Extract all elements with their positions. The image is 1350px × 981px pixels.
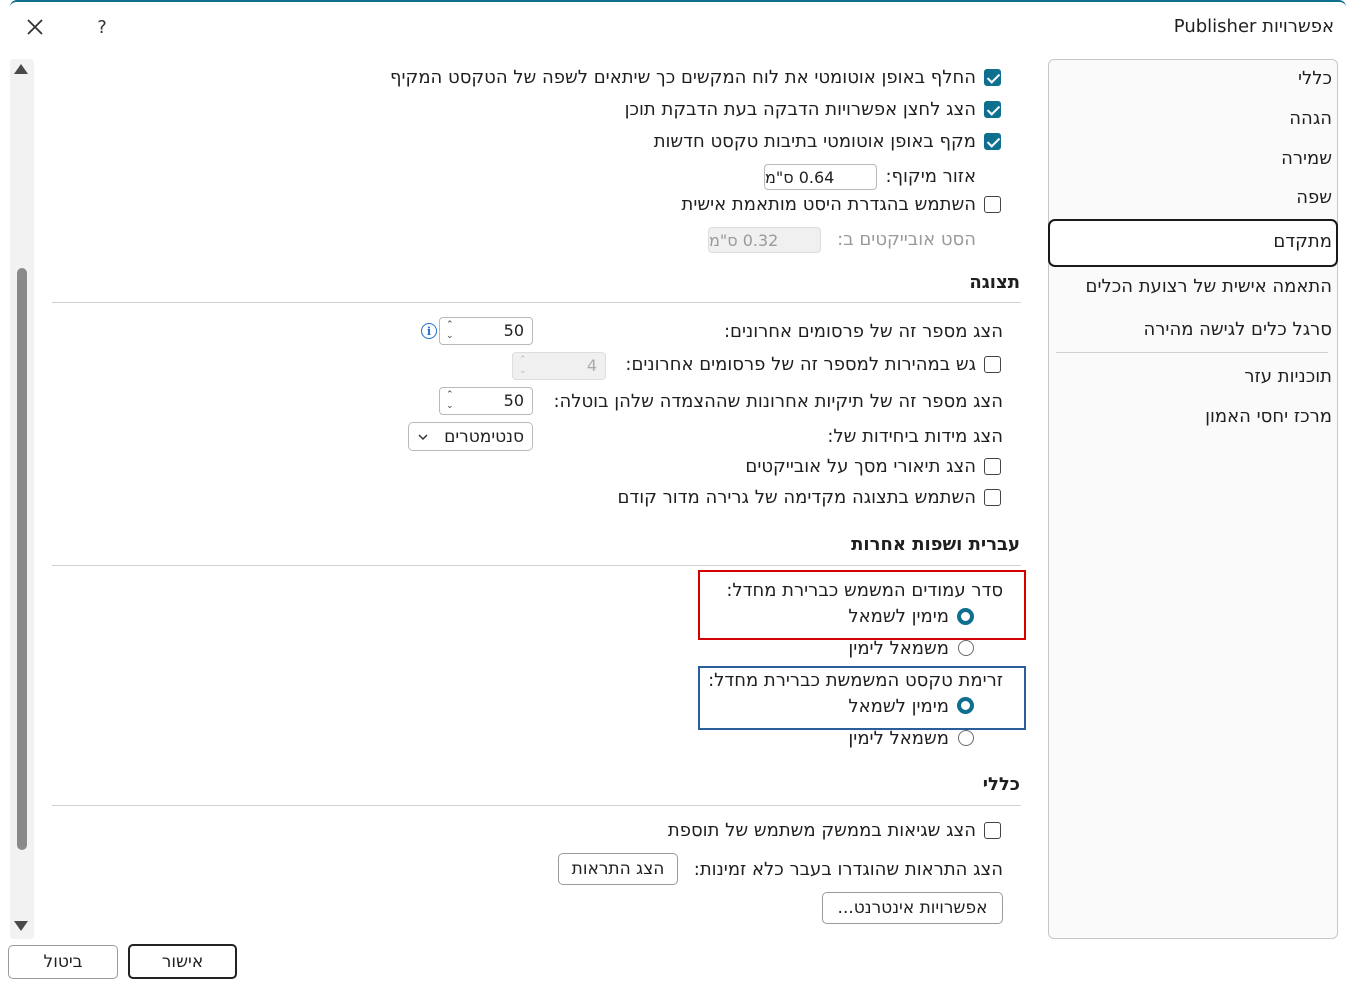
addin-errors-checkbox[interactable] (984, 822, 1001, 839)
window-top-border (0, 0, 1350, 9)
paste-options-label: הצג לחצן אפשרויות הדבקה בעת הדבקת תוכן (624, 99, 976, 120)
close-button[interactable] (22, 14, 48, 40)
nudge-by-input[interactable]: 0.32 ס"מ (708, 227, 821, 253)
spinner-arrows-icon[interactable]: ⌃ ⌄ (446, 390, 456, 412)
options-nav (1048, 59, 1338, 939)
help-button[interactable]: ? (92, 14, 112, 40)
units-dropdown[interactable]: סנטימטרים (408, 422, 533, 451)
addin-errors-label: הצג שגיאות בממשק משתמש של תוספת (667, 820, 976, 841)
general-section-header: כללי (982, 774, 1020, 795)
rtl-divider (52, 565, 1021, 566)
text-flow-ltr-radio[interactable] (958, 730, 974, 746)
text-flow-ltr-label[interactable]: משמאל לימין (848, 728, 949, 749)
nav-item-quick-access-toolbar[interactable]: סרגל כלים לגישה מהירה (1144, 319, 1333, 340)
show-alerts-button[interactable]: הצג התראות (558, 853, 678, 885)
quick-access-checkbox[interactable] (984, 356, 1001, 373)
nav-item-add-ins[interactable]: תוכניות עזר (1244, 366, 1332, 387)
nav-item-general[interactable]: כללי (1298, 68, 1332, 89)
paste-options-checkbox[interactable] (984, 101, 1001, 118)
ok-button[interactable]: אישור (128, 944, 237, 979)
recent-folders-spinner[interactable]: 50 ⌃ ⌄ (439, 387, 533, 415)
page-order-rtl-label[interactable]: מימין לשמאל (848, 606, 949, 627)
dialog-title: אפשרויות Publisher (1173, 16, 1334, 37)
auto-hyphenate-checkbox[interactable] (984, 133, 1001, 150)
page-order-ltr-label[interactable]: משמאל לימין (848, 638, 949, 659)
info-icon[interactable]: i (421, 323, 437, 339)
hyphen-zone-label: אזור מיקוף: (885, 166, 976, 187)
nav-item-language[interactable]: שפה (1296, 187, 1332, 208)
recent-pubs-label: הצג מספר זה של פרסומים אחרונים: (723, 321, 1003, 342)
text-flow-rtl-radio[interactable] (957, 697, 974, 714)
rtl-section-header: עברית ושפות אחרות (851, 534, 1020, 555)
auto-keyboard-label: החלף באופן אוטומטי את לוח המקשים כך שיתא… (390, 67, 976, 88)
nav-item-advanced[interactable]: מתקדם (1273, 231, 1332, 252)
units-dropdown-value: סנטימטרים (444, 427, 524, 447)
screentips-checkbox[interactable] (984, 458, 1001, 475)
quick-access-value: 4 (586, 356, 597, 375)
nav-item-customize-ribbon[interactable]: התאמה אישית של רצועת הכלים (1086, 276, 1332, 297)
recent-pubs-value: 50 (503, 321, 524, 340)
hyphen-zone-input[interactable]: 0.64 ס"מ (764, 164, 877, 190)
close-icon (27, 19, 43, 35)
page-order-label: סדר עמודים המשמש כברירת מחדל: (726, 580, 1003, 601)
recent-pubs-spinner[interactable]: 50 ⌃ ⌄ (439, 317, 533, 345)
auto-keyboard-checkbox[interactable] (984, 69, 1001, 86)
screentips-label: הצג תיאורי מסך על אובייקטים (745, 456, 976, 477)
page-order-ltr-radio[interactable] (958, 640, 974, 656)
page-order-rtl-radio[interactable] (957, 608, 974, 625)
chevron-down-icon (418, 434, 428, 441)
spinner-arrows-icon[interactable]: ⌃ ⌄ (519, 355, 529, 377)
recent-folders-value: 50 (503, 391, 524, 410)
drag-preview-label: השתמש בתצוגה מקדימה של גרירה מדור קודם (617, 487, 976, 508)
recent-folders-label: הצג מספר זה של תיקיות אחרונות שההצמדה של… (553, 391, 1003, 412)
display-section-header: תצוגה (969, 272, 1020, 293)
spinner-arrows-icon[interactable]: ⌃ ⌄ (446, 320, 456, 342)
scroll-down-arrow-icon[interactable] (14, 921, 28, 931)
text-flow-rtl-label[interactable]: מימין לשמאל (848, 696, 949, 717)
display-divider (52, 302, 1021, 303)
units-label: הצג מידות ביחידות של: (827, 426, 1003, 447)
nav-item-save[interactable]: שמירה (1281, 148, 1332, 169)
nav-item-trust-center[interactable]: מרכז יחסי האמון (1205, 406, 1332, 427)
cancel-button[interactable]: ביטול (8, 945, 118, 979)
quick-access-spinner[interactable]: 4 ⌃ ⌄ (512, 352, 606, 380)
web-options-button[interactable]: אפשרויות אינטרנט... (822, 892, 1003, 924)
custom-nudge-label: השתמש בהגדרת היסט מותאמת אישית (681, 194, 976, 215)
drag-preview-checkbox[interactable] (984, 489, 1001, 506)
quick-access-label: גש במהירות למספר זה של פרסומים אחרונים: (625, 354, 976, 375)
auto-hyphenate-label: מקף באופן אוטומטי בתיבות טקסט חדשות (653, 131, 976, 152)
scrollbar-thumb[interactable] (17, 268, 27, 850)
alerts-label: הצג התראות שהוגדרו בעבר כלא זמינות: (693, 859, 1003, 880)
scroll-up-arrow-icon[interactable] (14, 64, 28, 74)
text-flow-label: זרימת טקסט המשמשת כברירת מחדל: (708, 670, 1003, 691)
nav-divider (1056, 352, 1328, 353)
nav-item-proofing[interactable]: הגהה (1289, 108, 1332, 129)
nudge-by-label: הסט אובייקטים ב: (837, 229, 976, 250)
general-divider (52, 805, 1021, 806)
custom-nudge-checkbox[interactable] (984, 196, 1001, 213)
